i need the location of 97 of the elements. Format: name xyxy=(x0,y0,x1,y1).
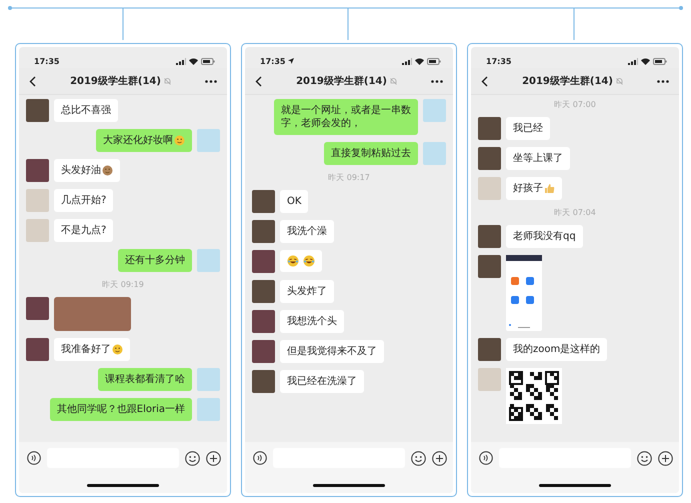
avatar-photo[interactable] xyxy=(252,190,275,213)
message-bubble: 我准备好了 xyxy=(54,338,130,361)
avatar-photo[interactable] xyxy=(252,280,275,303)
message-bubble: 课程表都看清了哈 xyxy=(98,368,192,391)
bell-icon xyxy=(616,78,623,84)
sticker-avatar[interactable] xyxy=(197,129,220,152)
sticker-avatar[interactable] xyxy=(197,398,220,421)
message-bubble: 总比不喜强 xyxy=(54,99,118,122)
avatar-photo[interactable] xyxy=(478,177,501,200)
plus-icon[interactable] xyxy=(432,450,447,466)
plus-icon[interactable] xyxy=(658,450,673,466)
laughing-emoji-icon xyxy=(303,255,315,267)
back-icon[interactable] xyxy=(255,76,262,86)
battery-icon xyxy=(427,58,441,64)
voice-icon[interactable] xyxy=(253,451,267,465)
emoji-icon[interactable] xyxy=(637,450,652,466)
avatar-photo[interactable] xyxy=(26,99,49,122)
chat-title: 2019级学生群(14) xyxy=(522,74,613,88)
thumbs-up-icon xyxy=(544,183,555,194)
message-bubble: 不是九点? xyxy=(54,219,114,242)
message-bubble: 我已经在洗澡了 xyxy=(280,370,364,393)
status-time: 17:35 xyxy=(486,56,512,66)
laughing-emoji-icon xyxy=(287,255,299,267)
avatar-photo[interactable] xyxy=(252,250,275,273)
status-time: 17:35 xyxy=(34,56,60,66)
avatar-photo[interactable] xyxy=(478,225,501,248)
chat-title: 2019级学生群(14) xyxy=(296,74,387,88)
avatar-photo[interactable] xyxy=(252,370,275,393)
timestamp: 昨天 09:17 xyxy=(328,173,370,182)
more-icon[interactable] xyxy=(657,80,670,82)
avatar-photo[interactable] xyxy=(26,189,49,212)
home-indicator xyxy=(539,484,611,487)
qr-code-drawing[interactable] xyxy=(506,368,562,424)
message-bubble: 头发炸了 xyxy=(280,280,334,303)
avatar-photo[interactable] xyxy=(478,255,501,278)
avatar-photo[interactable] xyxy=(252,310,275,333)
avatar-photo[interactable] xyxy=(252,220,275,243)
emoji-icon xyxy=(174,135,185,146)
signal-icon xyxy=(176,58,186,64)
avatar-photo[interactable] xyxy=(478,368,501,391)
avatar-photo[interactable] xyxy=(26,219,49,242)
avatar-photo[interactable] xyxy=(478,338,501,361)
emoji-icon[interactable] xyxy=(411,450,426,466)
avatar-photo[interactable] xyxy=(26,159,49,182)
sticker-avatar[interactable] xyxy=(197,249,220,272)
home-indicator xyxy=(313,484,385,487)
message-bubble: 直接复制粘贴过去 xyxy=(324,142,418,165)
more-icon[interactable] xyxy=(205,80,218,82)
sticker-avatar[interactable] xyxy=(197,368,220,391)
emoji-icon[interactable] xyxy=(185,450,200,466)
timestamp: 昨天 07:00 xyxy=(554,100,596,109)
emoji-icon xyxy=(112,344,123,355)
message-bubble: OK xyxy=(280,190,308,213)
back-icon[interactable] xyxy=(29,76,36,86)
message-bubble: 好孩子 xyxy=(506,177,562,200)
message-bubble: 我的zoom是这样的 xyxy=(506,338,608,361)
message-bubble: 还有十多分钟 xyxy=(118,249,192,272)
emoji-icon xyxy=(102,165,113,176)
message-bubble: 头发好油 xyxy=(54,159,120,182)
photo-placeholder[interactable] xyxy=(54,297,131,331)
back-icon[interactable] xyxy=(481,76,488,86)
message-bubble: 老师我没有qq xyxy=(506,225,583,248)
timestamp: 昨天 09:19 xyxy=(102,280,144,289)
message-bubble: 我洗个澡 xyxy=(280,220,334,243)
message-bubble: 其他同学呢？也跟Eloria一样 xyxy=(50,398,192,421)
message-bubble: 我已经 xyxy=(506,117,550,140)
message-bubble: 坐等上课了 xyxy=(506,147,570,170)
voice-icon[interactable] xyxy=(27,451,41,465)
message-bubble: 就是一个网址，或者是一串数字，老师会发的， xyxy=(274,99,418,135)
plus-icon[interactable] xyxy=(206,450,221,466)
message-bubble: 大家还化好妆啊 xyxy=(96,129,192,152)
status-time: 17:35 xyxy=(260,56,286,66)
app-screenshot-drawing[interactable] xyxy=(506,255,542,331)
avatar-photo[interactable] xyxy=(252,340,275,363)
message-bubble: 我想洗个头 xyxy=(280,310,344,333)
wifi-icon xyxy=(415,58,424,64)
battery-icon xyxy=(653,58,667,64)
sticker-avatar[interactable] xyxy=(423,99,446,122)
home-indicator xyxy=(87,484,159,487)
signal-icon xyxy=(402,58,412,64)
wifi-icon xyxy=(189,58,198,64)
signal-icon xyxy=(628,58,638,64)
message-bubble: 但是我觉得来不及了 xyxy=(280,340,384,363)
bell-icon xyxy=(164,78,171,84)
timestamp: 昨天 07:04 xyxy=(554,208,596,217)
battery-icon xyxy=(201,58,215,64)
avatar-photo[interactable] xyxy=(478,117,501,140)
wifi-icon xyxy=(641,58,650,64)
avatar-photo[interactable] xyxy=(26,338,49,361)
sticker-avatar[interactable] xyxy=(423,142,446,165)
message-bubble: 几点开始? xyxy=(54,189,114,212)
avatar-photo[interactable] xyxy=(26,297,49,320)
voice-icon[interactable] xyxy=(479,451,493,465)
chat-title: 2019级学生群(14) xyxy=(70,74,161,88)
bell-icon xyxy=(390,78,397,84)
avatar-photo[interactable] xyxy=(478,147,501,170)
more-icon[interactable] xyxy=(431,80,444,82)
